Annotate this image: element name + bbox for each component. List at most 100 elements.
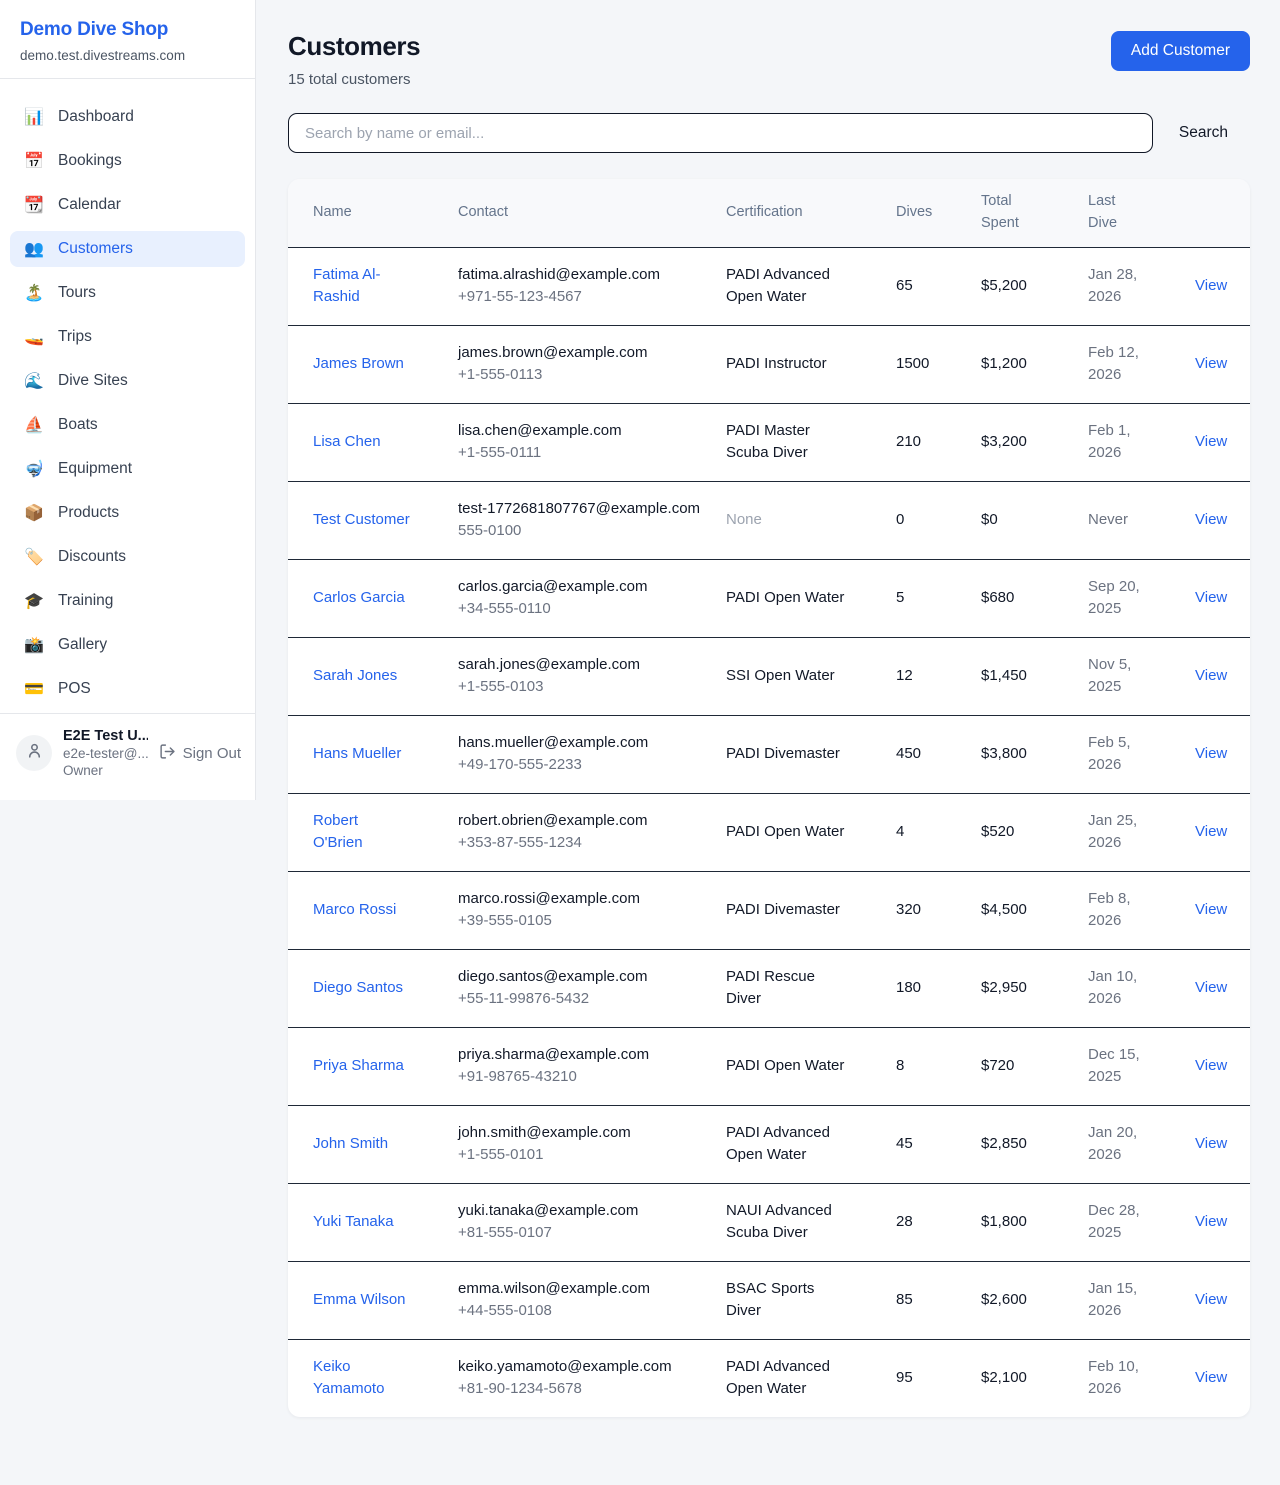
sidebar-item-equipment[interactable]: 🤿Equipment xyxy=(10,451,245,487)
sailboat-icon: ⛵ xyxy=(24,415,44,435)
customer-dives: 180 xyxy=(896,949,981,1027)
sidebar-item-calendar[interactable]: 📆Calendar xyxy=(10,187,245,223)
people-icon: 👥 xyxy=(24,239,44,259)
view-link[interactable]: View xyxy=(1195,667,1227,684)
customer-name-link[interactable]: Lisa Chen xyxy=(313,431,381,454)
view-link[interactable]: View xyxy=(1195,277,1227,294)
customer-last-dive: Jan 25, 2026 xyxy=(1088,810,1150,855)
sidebar-item-tours[interactable]: 🏝️Tours xyxy=(10,275,245,311)
customer-name-link[interactable]: Keiko Yamamoto xyxy=(313,1356,410,1401)
view-link[interactable]: View xyxy=(1195,745,1227,762)
sidebar-item-label: Trips xyxy=(58,328,92,346)
customer-total-spent: $0 xyxy=(981,481,1088,559)
sidebar-item-gallery[interactable]: 📸Gallery xyxy=(10,627,245,663)
sidebar-item-products[interactable]: 📦Products xyxy=(10,495,245,531)
customer-name-link[interactable]: Sarah Jones xyxy=(313,665,397,688)
brand-domain: demo.test.divestreams.com xyxy=(20,48,235,63)
customer-certification: PADI Master Scuba Diver xyxy=(726,420,848,465)
customer-phone: +971-55-123-4567 xyxy=(458,286,706,309)
sidebar-item-dive-sites[interactable]: 🌊Dive Sites xyxy=(10,363,245,399)
sidebar-item-pos[interactable]: 💳POS xyxy=(10,671,245,707)
add-customer-button[interactable]: Add Customer xyxy=(1111,31,1250,71)
customer-dives: 28 xyxy=(896,1183,981,1261)
customer-name-link[interactable]: Hans Mueller xyxy=(313,743,401,766)
customer-name-link[interactable]: Marco Rossi xyxy=(313,899,396,922)
page-header: Customers 15 total customers Add Custome… xyxy=(288,31,1250,88)
view-link[interactable]: View xyxy=(1195,979,1227,996)
customer-total-spent: $720 xyxy=(981,1027,1088,1105)
customer-row: Test Customer test-1772681807767@example.… xyxy=(288,481,1250,559)
column-header-dives: Dives xyxy=(896,179,981,247)
customer-name-link[interactable]: Robert O'Brien xyxy=(313,810,410,855)
column-header-name: Name xyxy=(288,179,458,247)
customer-name-link[interactable]: Priya Sharma xyxy=(313,1055,404,1078)
customer-email: keiko.yamamoto@example.com xyxy=(458,1356,706,1379)
customer-dives: 5 xyxy=(896,559,981,637)
sidebar: Demo Dive Shop demo.test.divestreams.com… xyxy=(0,0,256,800)
user-box: E2E Test U... e2e-tester@... Owner Sign … xyxy=(0,713,255,800)
customer-name-link[interactable]: Fatima Al-Rashid xyxy=(313,264,410,309)
search-input[interactable] xyxy=(288,113,1153,153)
customer-name-link[interactable]: Emma Wilson xyxy=(313,1289,406,1312)
sidebar-item-trips[interactable]: 🚤Trips xyxy=(10,319,245,355)
tear-off-calendar-icon: 📆 xyxy=(24,195,44,215)
search-button[interactable]: Search xyxy=(1153,124,1250,142)
sidebar-item-training[interactable]: 🎓Training xyxy=(10,583,245,619)
customer-name-link[interactable]: James Brown xyxy=(313,353,404,376)
customer-phone: +353-87-555-1234 xyxy=(458,832,706,855)
customer-last-dive: Jan 28, 2026 xyxy=(1088,264,1150,309)
sign-out-button[interactable]: Sign Out xyxy=(159,743,241,764)
column-header-actions xyxy=(1195,179,1250,247)
customer-total-spent: $5,200 xyxy=(981,247,1088,325)
sidebar-item-dashboard[interactable]: 📊Dashboard xyxy=(10,99,245,135)
customer-total-spent: $520 xyxy=(981,793,1088,871)
customer-last-dive: Jan 20, 2026 xyxy=(1088,1122,1150,1167)
logout-icon xyxy=(159,743,176,764)
customer-name-link[interactable]: Test Customer xyxy=(313,509,410,532)
view-link[interactable]: View xyxy=(1195,1369,1227,1386)
sidebar-item-boats[interactable]: ⛵Boats xyxy=(10,407,245,443)
view-link[interactable]: View xyxy=(1195,433,1227,450)
customer-phone: +39-555-0105 xyxy=(458,910,706,933)
view-link[interactable]: View xyxy=(1195,1213,1227,1230)
sidebar-item-discounts[interactable]: 🏷️Discounts xyxy=(10,539,245,575)
package-icon: 📦 xyxy=(24,503,44,523)
customer-total-spent: $2,950 xyxy=(981,949,1088,1027)
main-content: Customers 15 total customers Add Custome… xyxy=(256,0,1280,1450)
customer-row: Diego Santosdiego.santos@example.com+55-… xyxy=(288,949,1250,1027)
sidebar-item-label: Equipment xyxy=(58,460,132,478)
customer-last-dive: Feb 12, 2026 xyxy=(1088,342,1150,387)
view-link[interactable]: View xyxy=(1195,511,1227,528)
customer-row: Keiko Yamamoto keiko.yamamoto@example.com… xyxy=(288,1339,1250,1417)
view-link[interactable]: View xyxy=(1195,355,1227,372)
customer-row: John Smithjohn.smith@example.com+1-555-0… xyxy=(288,1105,1250,1183)
customer-name-link[interactable]: John Smith xyxy=(313,1133,388,1156)
customer-name-link[interactable]: Diego Santos xyxy=(313,977,403,1000)
island-icon: 🏝️ xyxy=(24,283,44,303)
customer-email: test-1772681807767@example.com xyxy=(458,498,706,521)
sidebar-item-bookings[interactable]: 📅Bookings xyxy=(10,143,245,179)
customer-row: Yuki Tanakayuki.tanaka@example.com+81-55… xyxy=(288,1183,1250,1261)
sidebar-item-customers[interactable]: 👥Customers xyxy=(10,231,245,267)
customer-name-link[interactable]: Carlos Garcia xyxy=(313,587,405,610)
view-link[interactable]: View xyxy=(1195,823,1227,840)
view-link[interactable]: View xyxy=(1195,589,1227,606)
column-header-contact: Contact xyxy=(458,179,726,247)
customer-row: Carlos Garciacarlos.garcia@example.com+3… xyxy=(288,559,1250,637)
customer-total-spent: $1,450 xyxy=(981,637,1088,715)
wave-icon: 🌊 xyxy=(24,371,44,391)
customer-phone: +1-555-0111 xyxy=(458,442,706,465)
view-link[interactable]: View xyxy=(1195,1135,1227,1152)
customer-row: Fatima Al-Rashidfatima.alrashid@example.… xyxy=(288,247,1250,325)
customer-email: james.brown@example.com xyxy=(458,342,706,365)
customer-total-spent: $4,500 xyxy=(981,871,1088,949)
view-link[interactable]: View xyxy=(1195,1057,1227,1074)
customer-dives: 95 xyxy=(896,1339,981,1417)
customer-dives: 320 xyxy=(896,871,981,949)
view-link[interactable]: View xyxy=(1195,901,1227,918)
view-link[interactable]: View xyxy=(1195,1291,1227,1308)
customer-name-link[interactable]: Yuki Tanaka xyxy=(313,1211,394,1234)
customer-phone: +49-170-555-2233 xyxy=(458,754,706,777)
customer-total-spent: $2,850 xyxy=(981,1105,1088,1183)
customer-dives: 85 xyxy=(896,1261,981,1339)
